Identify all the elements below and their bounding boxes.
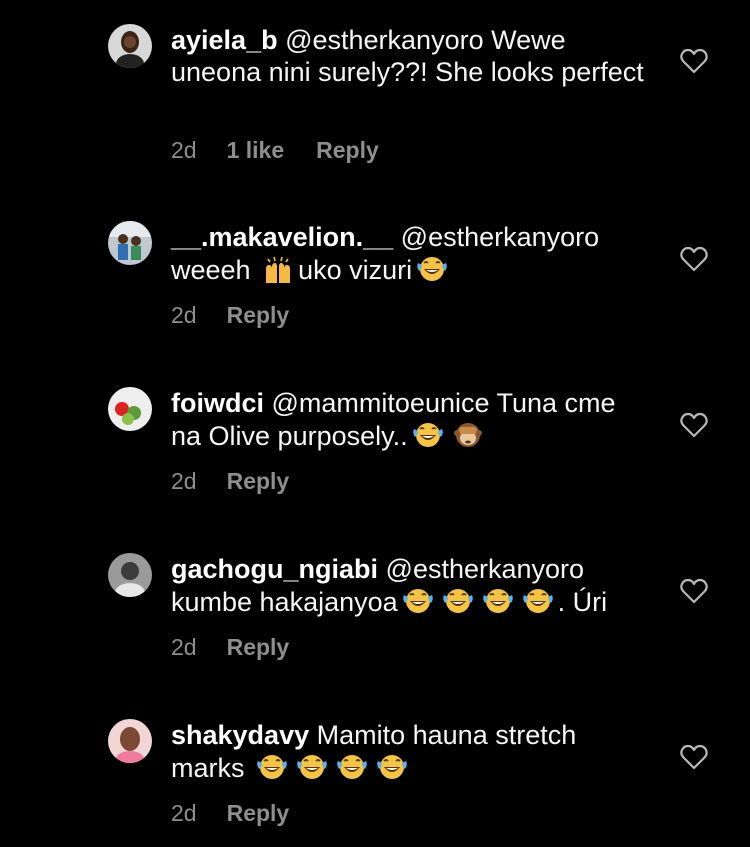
comment-meta: 2d Reply (171, 633, 289, 661)
comment-meta: 2d Reply (171, 799, 289, 827)
heart-outline-icon[interactable] (680, 578, 708, 604)
comment-text: ayiela_b @estherkanyoro Wewe uneona nini… (171, 24, 651, 88)
laughing-tears-emoji (294, 751, 330, 783)
comment-time: 2d (171, 137, 197, 163)
avatar[interactable] (108, 719, 152, 763)
comment-username[interactable]: foiwdci (171, 388, 264, 418)
reply-button[interactable]: Reply (227, 633, 290, 661)
laughing-tears-emoji (334, 751, 370, 783)
reply-button[interactable]: Reply (227, 467, 290, 495)
reply-button[interactable]: Reply (227, 799, 290, 827)
avatar[interactable] (108, 387, 152, 431)
laughing-tears-emoji (520, 585, 556, 617)
heart-outline-icon[interactable] (680, 744, 708, 770)
comment-text: __.makavelion.__ @estherkanyoro weeeh uk… (171, 221, 651, 286)
raising-hands-emoji (260, 253, 296, 285)
comment-meta: 2d 1 like Reply (171, 136, 379, 164)
avatar[interactable] (108, 221, 152, 265)
laughing-tears-emoji (410, 419, 446, 451)
laughing-tears-emoji (400, 585, 436, 617)
heart-outline-icon[interactable] (680, 48, 708, 74)
comment-message: kumbe hakajanyoa (171, 587, 398, 617)
comment-message: weeeh (171, 255, 259, 285)
comment-mention[interactable]: @estherkanyoro (401, 222, 600, 252)
comment-mention[interactable]: @mammitoeunice (272, 388, 490, 418)
comment-likes[interactable]: 1 like (227, 136, 285, 164)
laughing-tears-emoji (414, 253, 450, 285)
comment-message-end: . Úri (557, 587, 608, 617)
laughing-tears-emoji (374, 751, 410, 783)
comment-username[interactable]: ayiela_b (171, 25, 278, 55)
avatar[interactable] (108, 553, 152, 597)
comment-message-end: uko vizuri (298, 255, 413, 285)
comment-time: 2d (171, 468, 197, 494)
comment-meta: 2d Reply (171, 467, 289, 495)
comment-time: 2d (171, 800, 197, 826)
avatar[interactable] (108, 24, 152, 68)
reply-button[interactable]: Reply (316, 136, 379, 164)
heart-outline-icon[interactable] (680, 412, 708, 438)
comment-username[interactable]: gachogu_ngiabi (171, 554, 378, 584)
heart-outline-icon[interactable] (680, 246, 708, 272)
comment-text: foiwdci @mammitoeunice Tuna cme na Olive… (171, 387, 651, 452)
comment-time: 2d (171, 302, 197, 328)
comment-mention[interactable]: @estherkanyoro (285, 25, 484, 55)
comment-mention[interactable]: @estherkanyoro (386, 554, 585, 584)
comment-username[interactable]: shakydavy (171, 720, 309, 750)
comment-text: gachogu_ngiabi @estherkanyoro kumbe haka… (171, 553, 651, 618)
laughing-tears-emoji (480, 585, 516, 617)
see-no-evil-monkey-emoji (450, 419, 486, 451)
laughing-tears-emoji (440, 585, 476, 617)
comment-meta: 2d Reply (171, 301, 289, 329)
comment-time: 2d (171, 634, 197, 660)
reply-button[interactable]: Reply (227, 301, 290, 329)
comment-text: shakydavy Mamito hauna stretch marks (171, 719, 651, 784)
laughing-tears-emoji (254, 751, 290, 783)
comment-username[interactable]: __.makavelion.__ (171, 222, 393, 252)
